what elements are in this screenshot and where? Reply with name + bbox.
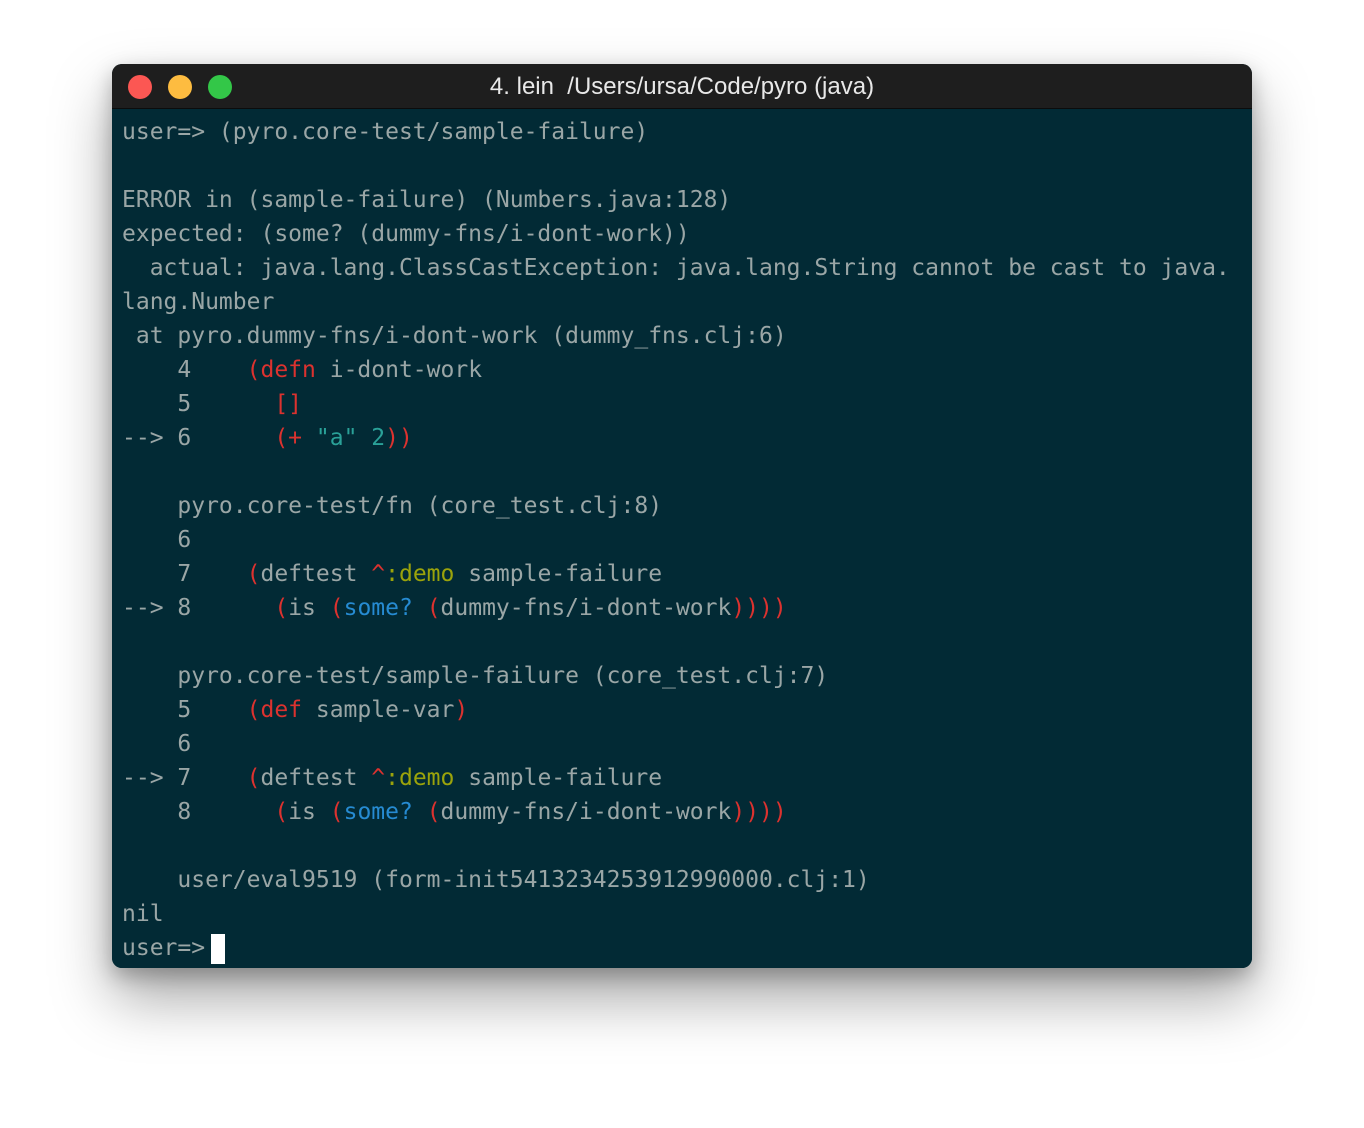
- source-line: 7 (deftest ^:demo sample-failure: [122, 561, 663, 587]
- stack-frame-header: at pyro.dummy-fns/i-dont-work (dummy_fns…: [122, 323, 787, 349]
- window-title: 4. lein /Users/ursa/Code/pyro (java): [489, 73, 875, 100]
- prompt-line[interactable]: user=>: [122, 931, 226, 965]
- text-cursor: [211, 933, 226, 964]
- terminal-output[interactable]: user=> (pyro.core-test/sample-failure) E…: [112, 109, 1252, 968]
- source-line: 5 []: [122, 391, 303, 417]
- repl-input-line: user=> (pyro.core-test/sample-failure): [122, 119, 649, 145]
- source-line: 4 (defn i-dont-work: [122, 357, 483, 383]
- error-line: ERROR in (sample-failure) (Numbers.java:…: [122, 187, 732, 213]
- source-line-highlighted: --> 6 (+ "a" 2)): [122, 425, 413, 451]
- actual-line: actual: java.lang.ClassCastException: ja…: [122, 255, 1230, 281]
- actual-line-wrap: lang.Number: [122, 289, 275, 315]
- source-line-highlighted: --> 8 (is (some? (dummy-fns/i-dont-work)…: [122, 595, 787, 621]
- terminal-window: 4. lein /Users/ursa/Code/pyro (java) use…: [112, 64, 1252, 968]
- source-line: 6: [122, 731, 192, 757]
- result-line: nil: [122, 901, 164, 927]
- stack-frame-header: pyro.core-test/sample-failure (core_test…: [122, 663, 829, 689]
- source-line: 6: [122, 527, 192, 553]
- title-bar[interactable]: 4. lein /Users/ursa/Code/pyro (java): [112, 64, 1252, 109]
- source-line: 8 (is (some? (dummy-fns/i-dont-work)))): [122, 799, 787, 825]
- source-line-highlighted: --> 7 (deftest ^:demo sample-failure: [122, 765, 663, 791]
- repl-prompt: user=>: [122, 935, 206, 961]
- expected-line: expected: (some? (dummy-fns/i-dont-work)…: [122, 221, 690, 247]
- stack-frame-header: pyro.core-test/fn (core_test.clj:8): [122, 493, 663, 519]
- stack-frame-header: user/eval9519 (form-init5413234253912990…: [122, 867, 870, 893]
- source-line: 5 (def sample-var): [122, 697, 469, 723]
